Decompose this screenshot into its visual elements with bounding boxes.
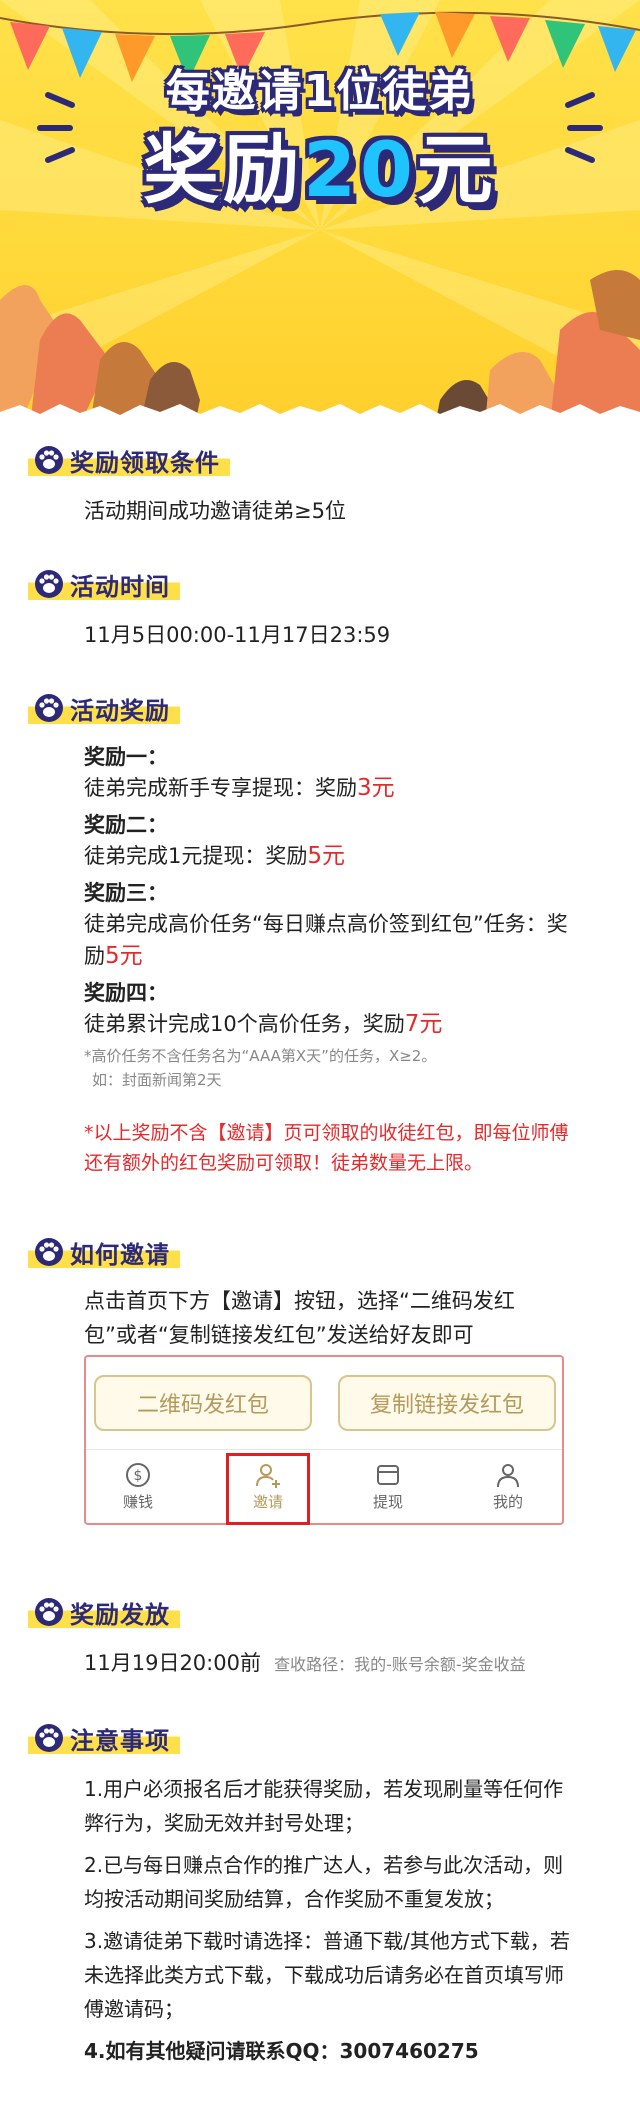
- reward-amount: 5元: [307, 843, 346, 869]
- list-item: 1.用户必须报名后才能获得奖励，若发现刷量等任何作弊行为，奖励无效并封号处理；: [84, 1777, 564, 1835]
- reward-warning: *以上奖励不含【邀请】页可领取的收徒红包，即每位师傅还有额外的红包奖励可领取！徒…: [84, 1122, 569, 1174]
- reward-label: 奖励三：: [84, 881, 168, 905]
- list-item: 4.如有其他疑问请联系QQ：3007460275: [84, 2039, 479, 2063]
- reward-amount: 5元: [105, 943, 143, 969]
- time-text: 11月5日00:00-11月17日23:59: [84, 623, 391, 647]
- payout-time: 11月19日20:00前: [84, 1651, 261, 1675]
- dollar-icon: $: [126, 1463, 150, 1487]
- reward-desc: 徒弟完成高价任务“每日赚点高价签到红包”任务：奖励: [84, 912, 568, 968]
- section-invite: 如何邀请: [0, 1236, 180, 1271]
- user-icon: [497, 1464, 519, 1488]
- conditions-text: 活动期间成功邀请徒弟≥5位: [84, 499, 346, 523]
- section-title-conditions: 奖励领取条件: [28, 444, 230, 477]
- section-title-invite: 如何邀请: [28, 1236, 180, 1269]
- reward-label: 奖励四：: [84, 981, 168, 1005]
- reward-note: *高价任务不含任务名为“AAA第X天”的任务，X≥2。: [84, 1047, 437, 1065]
- section-title-rewards: 活动奖励: [28, 692, 180, 725]
- reward-label: 奖励一：: [84, 745, 168, 769]
- list-item: 3.邀请徒弟下载时请选择：普通下载/其他方式下载，若未选择此类方式下载，下载成功…: [84, 1929, 570, 2021]
- wallet-icon: [377, 1465, 399, 1485]
- reward-item-1: 奖励一： 徒弟完成新手专享提现：奖励3元: [84, 742, 584, 804]
- hero-banner: 每邀请1位徒弟 奖励20元: [0, 0, 640, 425]
- section-rewards: 活动奖励: [0, 692, 180, 727]
- reward-desc: 徒弟完成1元提现：奖励: [84, 844, 308, 868]
- reward-prefix: 奖励: [143, 125, 304, 214]
- list-item: 2.已与每日赚点合作的推广达人，若参与此次活动，则均按活动期间奖励结算，合作奖励…: [84, 1853, 564, 1911]
- reward-item-4: 奖励四： 徒弟累计完成10个高价任务，奖励7元: [84, 978, 584, 1040]
- section-conditions: 奖励领取条件: [0, 444, 230, 479]
- reward-amount: 3元: [357, 775, 395, 801]
- tab-mine[interactable]: 我的: [468, 1457, 548, 1515]
- copy-link-red-packet-button[interactable]: 复制链接发红包: [338, 1375, 556, 1431]
- tab-earn[interactable]: $ 赚钱: [98, 1457, 178, 1515]
- reward-suffix: 元: [416, 125, 497, 214]
- paw-icon: [35, 1724, 63, 1752]
- invite-text: 点击首页下方【邀请】按钮，选择“二维码发红包”或者“复制链接发红包”发送给好友即…: [84, 1289, 515, 1347]
- reward-desc: 徒弟完成新手专享提现：奖励: [84, 776, 357, 800]
- section-notes: 注意事项: [0, 1722, 180, 1757]
- paw-icon: [35, 446, 63, 474]
- divider: [86, 1449, 562, 1450]
- reward-label: 奖励二：: [84, 813, 168, 837]
- reward-note-example: 如：封面新闻第2天: [92, 1071, 222, 1089]
- reward-desc: 徒弟累计完成10个高价任务，奖励: [84, 1012, 405, 1036]
- paw-icon: [35, 1598, 63, 1626]
- banner-reward-headline: 奖励20元: [0, 108, 640, 218]
- paw-icon: [35, 694, 63, 722]
- invite-preview: 二维码发红包 复制链接发红包 $ 赚钱 邀请 提现 我的: [84, 1355, 564, 1525]
- svg-text:$: $: [134, 1468, 143, 1484]
- section-title-time: 活动时间: [28, 568, 180, 601]
- rewards-list: 奖励一： 徒弟完成新手专享提现：奖励3元 奖励二： 徒弟完成1元提现：奖励5元 …: [84, 742, 584, 1178]
- tab-withdraw[interactable]: 提现: [348, 1457, 428, 1515]
- section-title-payout: 奖励发放: [28, 1596, 180, 1629]
- section-payout: 奖励发放: [0, 1596, 180, 1631]
- paw-icon: [35, 1238, 63, 1266]
- invite-tab-highlight: [226, 1453, 310, 1525]
- section-title-notes: 注意事项: [28, 1722, 180, 1755]
- notes-list: 1.用户必须报名后才能获得奖励，若发现刷量等任何作弊行为，奖励无效并封号处理； …: [84, 1772, 574, 2068]
- payout-path: 查收路径：我的-账号余额-奖金收益: [274, 1655, 526, 1674]
- reward-amount: 7元: [404, 1011, 443, 1037]
- section-time: 活动时间: [0, 568, 180, 603]
- page: 每邀请1位徒弟 奖励20元 奖励领取条件 活动期间成功邀请徒弟≥5位 活动时间 …: [0, 0, 640, 2115]
- paw-icon: [35, 570, 63, 598]
- reward-item-3: 奖励三： 徒弟完成高价任务“每日赚点高价签到红包”任务：奖励5元: [84, 878, 584, 972]
- reward-amount: 20: [303, 125, 417, 214]
- qr-red-packet-button[interactable]: 二维码发红包: [94, 1375, 312, 1431]
- payout-row: 11月19日20:00前 查收路径：我的-账号余额-奖金收益: [84, 1646, 604, 1682]
- reward-item-2: 奖励二： 徒弟完成1元提现：奖励5元: [84, 810, 584, 872]
